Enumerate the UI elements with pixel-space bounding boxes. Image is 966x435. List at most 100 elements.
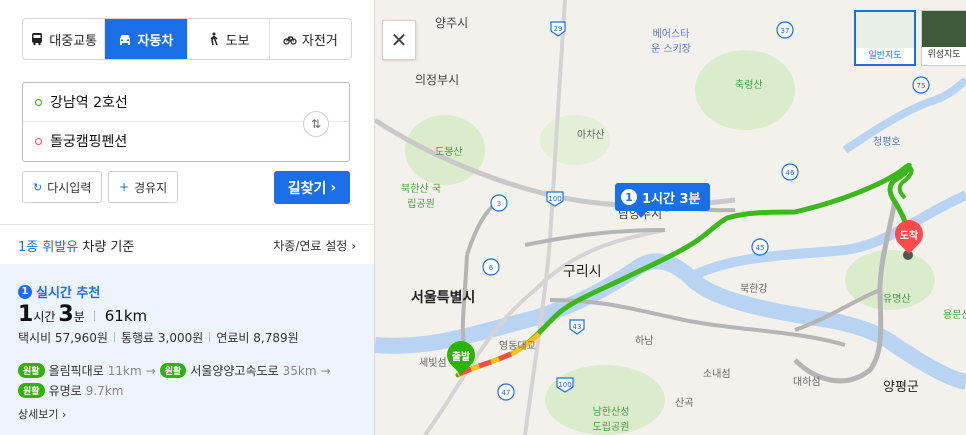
map-label: 청평호 [873, 137, 901, 148]
highway-label: 37 [781, 27, 790, 35]
reset-button[interactable]: ↻ 다시입력 [22, 171, 103, 203]
divider [209, 332, 211, 342]
callout-tail [635, 211, 647, 218]
divider [93, 311, 95, 321]
highway-label: 47 [502, 389, 511, 397]
map-label: 베어스타운 스키장 [651, 29, 691, 55]
fuel-suffix: 차량 기준 [78, 240, 135, 255]
duration-minutes: 3 [58, 302, 74, 327]
map-label: 용문산 [943, 310, 966, 321]
map-label: 의정부시 [415, 73, 460, 87]
cost-row: 택시비 57,960원 통행료 3,000원 연료비 8,789원 [18, 329, 299, 346]
highway-label: 6 [489, 264, 494, 272]
maptype-normal-label: 일반지도 [868, 51, 902, 61]
map-label: 양평군 [883, 380, 919, 395]
plus-icon: + [119, 180, 130, 194]
detail-label: 상세보기 [18, 408, 59, 421]
map-label: 산곡 [675, 398, 694, 409]
car-icon [120, 35, 131, 45]
map-label: 아차산 [577, 130, 605, 141]
maptype-satellite-label: 위성지도 [927, 50, 961, 60]
road-distance: 11km [107, 363, 142, 378]
tab-public-transit-label: 대중교통 [49, 33, 98, 49]
waypoint-label: 경유지 [134, 180, 168, 195]
map-label: 구리시 [563, 264, 602, 280]
bus-icon [32, 33, 43, 46]
fuel-cost: 연료비 8,789원 [216, 331, 299, 345]
map-label: 소내섬 [703, 369, 731, 380]
callout-rank-badge: 1 [621, 189, 637, 205]
tab-bicycle[interactable]: 자전거 [270, 19, 351, 59]
highway-label: 29 [554, 25, 563, 33]
search-route-label: 길찾기 [287, 180, 327, 197]
map-label: 축령산 [735, 80, 763, 91]
detail-link[interactable]: 상세보기 › [18, 406, 66, 422]
route-inputs: 강남역 2호선 돌궁캠핑펜션 ⇅ [22, 82, 350, 162]
highway-label: 100 [548, 195, 561, 203]
chevron-right-icon: › [61, 408, 67, 421]
duration-distance: 1 시간 3 분 61km [18, 302, 147, 327]
tab-walk[interactable]: 도보 [188, 19, 270, 59]
highway-label: 46 [786, 169, 795, 177]
close-icon: ✕ [390, 28, 408, 52]
map-label: 서울특별시 [411, 290, 476, 306]
chevron-right-icon: › [330, 179, 337, 196]
road-summary-line-1: 원활 올림픽대로 11km → 원활 서울양양고속도로 35km → [18, 362, 331, 379]
highway-label: 100 [558, 381, 571, 389]
satellite-map-thumbnail [922, 11, 966, 47]
divider [0, 224, 374, 225]
traffic-badge: 원활 [18, 383, 45, 398]
traffic-badge: 원활 [18, 363, 45, 378]
origin-value: 강남역 2호선 [50, 95, 128, 111]
taxi-fare: 택시비 57,960원 [18, 331, 108, 345]
recommend-label-row: 1 실시간 추천 [18, 282, 100, 301]
add-waypoint-button[interactable]: + 경유지 [108, 171, 179, 203]
divider [113, 332, 115, 342]
map-label: 남한산성 도립공원 [592, 407, 630, 433]
road-name: 유명로 [48, 384, 82, 398]
duration-hours: 1 [18, 302, 34, 327]
map-label: 대하섬 [793, 377, 821, 388]
maptype-satellite-button[interactable]: 위성지도 [921, 10, 966, 66]
tab-bicycle-label: 자전거 [301, 33, 338, 49]
swap-arrows-icon: ⇅ [310, 117, 322, 131]
highway-label: 45 [756, 244, 765, 252]
fuel-basis: 1종 휘발유 차량 기준 [18, 236, 134, 255]
map-label: 북한강 [740, 284, 768, 295]
route-time-callout[interactable]: 1 1시간 3분 [615, 183, 710, 218]
maptype-normal-button[interactable]: 일반지도 [854, 10, 916, 66]
tab-car[interactable]: 자동차 [105, 19, 188, 59]
road-distance: 9.7km [85, 383, 124, 398]
destination-value: 돌궁캠핑펜션 [50, 134, 128, 150]
vehicle-settings-link[interactable]: 차종/연료 설정 › [273, 237, 356, 254]
origin-field[interactable]: 강남역 2호선 [23, 83, 349, 121]
swap-button[interactable]: ⇅ [303, 111, 329, 137]
search-route-button[interactable]: 길찾기 › [274, 171, 350, 204]
map-label: 북한산 국립공원 [401, 184, 441, 210]
fuel-type: 1종 휘발유 [18, 240, 79, 255]
map-label: 세빛섬 [419, 358, 447, 369]
tab-public-transit[interactable]: 대중교통 [23, 19, 106, 59]
end-marker[interactable]: 도착 [889, 214, 929, 258]
recommend-label: 실시간 추천 [36, 286, 101, 301]
rank-badge: 1 [18, 284, 32, 299]
road-name: 서울양양고속도로 [190, 364, 279, 378]
walk-icon [210, 32, 218, 46]
duration-minutes-unit: 분 [73, 310, 85, 324]
road-name: 올림픽대로 [48, 364, 104, 378]
start-marker[interactable]: 출발 [441, 335, 481, 379]
map-label: 양주시 [435, 16, 469, 30]
route-panel: 대중교통 자동차 도보 자전거 강남역 2호선 돌궁캠핑펜션 ⇅ ↻ 다시입력 [0, 0, 375, 435]
route-result-card[interactable]: 1 실시간 추천 1 시간 3 분 61km 택시비 57,960원 통행료 3… [0, 264, 374, 435]
map-label: 영동대교 [499, 341, 536, 352]
callout-time: 1시간 3분 [642, 191, 701, 207]
map-label: 도봉산 [435, 147, 463, 158]
road-summary-line-2: 원활 유명로 9.7km [18, 382, 123, 399]
refresh-icon: ↻ [33, 180, 43, 194]
end-marker-label: 도착 [899, 231, 919, 242]
reset-label: 다시입력 [47, 180, 92, 195]
close-map-button[interactable]: ✕ [382, 20, 416, 60]
destination-field[interactable]: 돌궁캠핑펜션 [23, 121, 349, 160]
highway-label: 43 [573, 323, 582, 331]
start-marker-label: 출발 [451, 352, 471, 363]
